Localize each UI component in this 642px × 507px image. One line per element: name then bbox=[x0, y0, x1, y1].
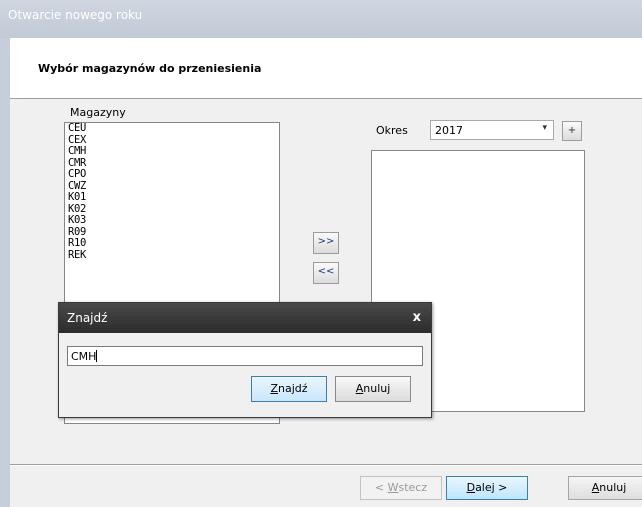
window-title: Otwarcie nowego roku bbox=[8, 8, 143, 22]
find-button-label: najdź bbox=[278, 382, 308, 395]
add-period-button[interactable]: + bbox=[562, 121, 582, 141]
list-item[interactable]: CMH bbox=[65, 145, 279, 158]
list-item[interactable]: R09 bbox=[65, 226, 279, 239]
list-item[interactable]: REK bbox=[65, 249, 279, 262]
list-item[interactable]: K02 bbox=[65, 203, 279, 216]
find-cancel-label: nuluj bbox=[363, 382, 391, 395]
find-dialog-titlebar[interactable]: Znajdź x bbox=[59, 303, 431, 333]
next-button-label: alej > bbox=[475, 481, 508, 494]
find-button[interactable]: Znajdź bbox=[251, 376, 327, 402]
wizard-header: Wybór magazynów do przeniesienia bbox=[10, 38, 642, 99]
move-left-button[interactable]: << bbox=[313, 262, 339, 284]
find-button-accelerator: Z bbox=[270, 382, 278, 395]
period-select[interactable]: 2017 ▾ bbox=[430, 120, 554, 140]
list-item[interactable]: CMR bbox=[65, 157, 279, 170]
list-item[interactable]: CWZ bbox=[65, 180, 279, 193]
chevron-down-icon: ▾ bbox=[542, 123, 547, 133]
next-button-accelerator: D bbox=[466, 481, 476, 494]
back-button-accelerator: W bbox=[387, 481, 399, 494]
footer-separator-highlight bbox=[10, 465, 642, 466]
back-button[interactable]: < Wstecz bbox=[360, 476, 442, 500]
list-item[interactable]: K03 bbox=[65, 214, 279, 227]
find-input[interactable]: CMH bbox=[67, 346, 423, 366]
list-item[interactable]: CEX bbox=[65, 134, 279, 147]
move-right-button[interactable]: >> bbox=[313, 232, 339, 254]
next-button[interactable]: Dalej > bbox=[446, 476, 528, 500]
window-titlebar: Otwarcie nowego roku bbox=[0, 0, 642, 38]
back-button-label: stecz bbox=[398, 481, 428, 494]
find-dialog-title: Znajdź bbox=[67, 311, 108, 325]
list-item[interactable]: R10 bbox=[65, 237, 279, 250]
warehouses-label: Magazyny bbox=[70, 106, 126, 119]
list-item[interactable]: K01 bbox=[65, 191, 279, 204]
back-button-prefix: < bbox=[374, 481, 388, 494]
window-left-edge bbox=[0, 38, 10, 507]
find-dialog: Znajdź x CMH Znajdź Anuluj bbox=[58, 302, 432, 418]
close-icon[interactable]: x bbox=[413, 310, 421, 325]
period-select-value: 2017 bbox=[435, 124, 463, 137]
period-label: Okres bbox=[376, 124, 408, 137]
list-item[interactable]: CEU bbox=[65, 123, 279, 135]
find-cancel-button[interactable]: Anuluj bbox=[335, 376, 411, 402]
wizard-step-title: Wybór magazynów do przeniesienia bbox=[38, 62, 262, 75]
list-item[interactable]: CPO bbox=[65, 168, 279, 181]
cancel-button[interactable]: Anuluj bbox=[568, 476, 642, 500]
text-caret bbox=[96, 350, 98, 362]
cancel-button-label: nuluj bbox=[599, 481, 627, 494]
find-input-value: CMH bbox=[71, 350, 97, 363]
